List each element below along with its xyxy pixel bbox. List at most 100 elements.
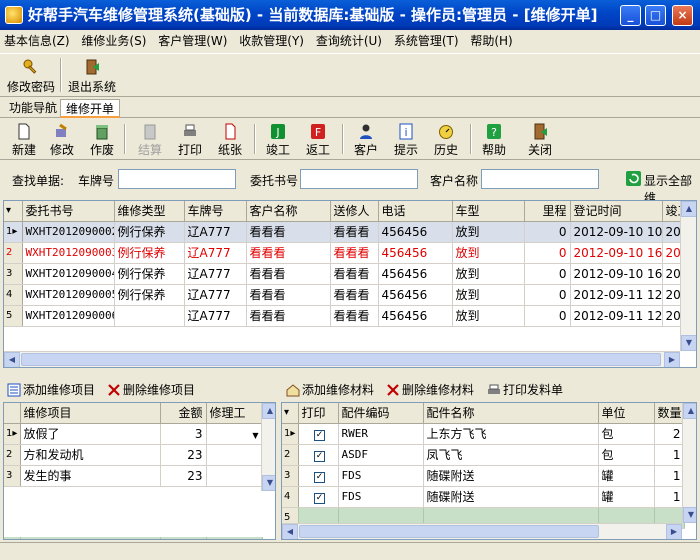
col-plate[interactable]: 车牌号 bbox=[184, 201, 247, 222]
menu-query-stats[interactable]: 查询统计(U) bbox=[312, 30, 386, 52]
scroll-down-icon[interactable]: ▼ bbox=[681, 335, 696, 351]
delete-x-icon bbox=[387, 384, 399, 396]
col-amount[interactable]: 金额 bbox=[160, 403, 207, 424]
table-row[interactable]: 2 WXHT2012090003 例行保养 辽A777 看看看 看看看 4564… bbox=[4, 242, 685, 264]
parts-vertical-scrollbar[interactable]: ▲ ▼ bbox=[682, 403, 696, 523]
svg-text:i: i bbox=[404, 126, 407, 139]
col-register-time[interactable]: 登记时间 bbox=[570, 201, 663, 222]
scroll-up-icon[interactable]: ▲ bbox=[681, 201, 696, 217]
col-mileage[interactable]: 里程 bbox=[524, 201, 571, 222]
col-unit[interactable]: 单位 bbox=[598, 403, 655, 424]
scroll-up-icon[interactable]: ▲ bbox=[683, 403, 696, 419]
col-part-code[interactable]: 配件编码 bbox=[338, 403, 424, 424]
col-repair-type[interactable]: 维修类型 bbox=[114, 201, 185, 222]
scroll-right-icon[interactable]: ▶ bbox=[666, 524, 682, 539]
tab-function-nav[interactable]: 功能导航 bbox=[4, 99, 62, 118]
print-checkbox[interactable]: ✓ bbox=[314, 493, 325, 504]
add-repair-item-button[interactable]: 添加维修项目 bbox=[7, 381, 95, 398]
printer-icon bbox=[184, 124, 196, 136]
close-button[interactable]: × bbox=[672, 5, 693, 26]
edit-icon bbox=[56, 123, 67, 137]
search-bar: 查找单据: 车牌号 委托书号 客户名称 显示全部维 bbox=[0, 164, 700, 205]
menu-customer[interactable]: 客户管理(W) bbox=[154, 30, 231, 52]
delete-material-button[interactable]: 删除维修材料 bbox=[386, 381, 474, 398]
tab-repair-order[interactable]: 维修开单 bbox=[60, 99, 121, 118]
menu-help[interactable]: 帮助(H) bbox=[466, 30, 516, 52]
table-row[interactable]: 1▸ WXHT2012090002 例行保养 辽A777 看看看 看看看 456… bbox=[4, 221, 685, 243]
order-no-search-input[interactable] bbox=[300, 169, 418, 189]
orders-scroll-thumb[interactable] bbox=[21, 353, 661, 366]
col-repair-item[interactable]: 维修项目 bbox=[20, 403, 161, 424]
col-phone[interactable]: 电话 bbox=[378, 201, 453, 222]
change-password-button[interactable]: 修改密码 bbox=[6, 56, 56, 96]
void-button[interactable]: 作废 bbox=[86, 122, 118, 158]
menu-bar: 基本信息(Z) 维修业务(S) 客户管理(W) 收款管理(Y) 查询统计(U) … bbox=[0, 30, 700, 52]
col-customer[interactable]: 客户名称 bbox=[246, 201, 331, 222]
parts-toolbar: 添加维修材料 删除维修材料 打印发料单 bbox=[282, 378, 698, 400]
print-checkbox[interactable]: ✓ bbox=[314, 472, 325, 483]
table-row[interactable]: 4 ✓ FDS 随碟附送 罐 1 bbox=[282, 486, 685, 508]
new-document-icon bbox=[18, 123, 30, 140]
col-print[interactable]: 打印 bbox=[298, 403, 339, 424]
print-checkbox[interactable]: ✓ bbox=[314, 451, 325, 462]
scroll-right-icon[interactable]: ▶ bbox=[664, 352, 680, 367]
items-vertical-scrollbar[interactable]: ▲ ▼ bbox=[261, 403, 275, 491]
table-row[interactable]: 1▸ 放假了 3 ▼ bbox=[4, 423, 263, 445]
history-button[interactable]: 历史 bbox=[430, 122, 462, 158]
parts-header-row: ▾ 打印 配件编码 配件名称 单位 数量 bbox=[282, 403, 685, 424]
menu-payment[interactable]: 收款管理(Y) bbox=[235, 30, 308, 52]
plate-search-input[interactable] bbox=[118, 169, 236, 189]
table-row[interactable]: 2 方和发动机 23 bbox=[4, 444, 263, 466]
edit-button[interactable]: 修改 bbox=[46, 122, 78, 158]
col-order-no[interactable]: 委托书号 bbox=[22, 201, 115, 222]
remind-button[interactable]: i 提示 bbox=[390, 122, 422, 158]
orders-horizontal-scrollbar[interactable]: ◀ ▶ bbox=[4, 351, 680, 367]
col-sender[interactable]: 送修人 bbox=[330, 201, 379, 222]
parts-horizontal-scrollbar[interactable]: ◀ ▶ bbox=[282, 523, 682, 539]
print-checkbox[interactable]: ✓ bbox=[314, 430, 325, 441]
menu-basic-info[interactable]: 基本信息(Z) bbox=[0, 30, 74, 52]
scroll-down-icon[interactable]: ▼ bbox=[683, 507, 696, 523]
menu-system[interactable]: 系统管理(T) bbox=[390, 30, 463, 52]
table-row[interactable]: 1▸ ✓ RWER 上东方飞飞 包 2 bbox=[282, 423, 685, 445]
table-row[interactable]: 3 ✓ FDS 随碟附送 罐 1 bbox=[282, 465, 685, 487]
col-model[interactable]: 车型 bbox=[452, 201, 525, 222]
parts-scroll-thumb[interactable] bbox=[299, 525, 599, 538]
col-quantity[interactable]: 数量 bbox=[654, 403, 685, 424]
table-row[interactable]: 2 ✓ ASDF 凤飞飞 包 1 bbox=[282, 444, 685, 466]
add-material-button[interactable]: 添加维修材料 bbox=[286, 381, 374, 398]
orders-vertical-scrollbar[interactable]: ▲ ▼ bbox=[680, 201, 696, 351]
minimize-button[interactable]: _ bbox=[620, 5, 641, 26]
tab-strip: 功能导航 维修开单 bbox=[0, 98, 700, 118]
close-order-button[interactable]: 关闭 bbox=[524, 122, 556, 158]
exit-system-button[interactable]: 退出系统 bbox=[66, 56, 118, 96]
new-button[interactable]: 新建 bbox=[8, 122, 40, 158]
col-part-name[interactable]: 配件名称 bbox=[423, 403, 599, 424]
col-mechanic[interactable]: 修理工 bbox=[206, 403, 263, 424]
customer-button[interactable]: 客户 bbox=[350, 122, 382, 158]
table-row[interactable]: 4 WXHT2012090005 例行保养 辽A777 看看看 看看看 4564… bbox=[4, 284, 685, 306]
table-row[interactable]: 3 WXHT2012090004 例行保养 辽A777 看看看 看看看 4564… bbox=[4, 263, 685, 285]
items-header-row: 维修项目 金额 修理工 bbox=[4, 403, 263, 424]
table-row[interactable]: 3 发生的事 23 bbox=[4, 465, 263, 487]
print-picking-list-button[interactable]: 打印发料单 bbox=[487, 381, 563, 398]
help-button[interactable]: ? 帮助 bbox=[478, 122, 510, 158]
delete-repair-item-button[interactable]: 删除维修项目 bbox=[107, 381, 195, 398]
status-bar bbox=[0, 542, 700, 560]
mechanic-dropdown[interactable]: ▼ bbox=[206, 423, 263, 445]
complete-button[interactable]: J 竣工 bbox=[262, 122, 294, 158]
table-row[interactable]: 5 WXHT2012090006 辽A777 看看看 看看看 456456 放到… bbox=[4, 305, 685, 327]
maximize-button[interactable]: □ bbox=[645, 5, 666, 26]
print-button[interactable]: 打印 bbox=[174, 122, 206, 158]
items-total-amount: 49 bbox=[160, 537, 207, 539]
scroll-up-icon[interactable]: ▲ bbox=[262, 403, 275, 419]
settle-button[interactable]: 结算 bbox=[134, 122, 166, 158]
customer-name-search-input[interactable] bbox=[481, 169, 599, 189]
menu-repair-business[interactable]: 维修业务(S) bbox=[77, 30, 150, 52]
order-no-label: 委托书号 bbox=[250, 174, 299, 188]
rework-button[interactable]: F 返工 bbox=[302, 122, 334, 158]
scroll-left-icon[interactable]: ◀ bbox=[4, 352, 20, 367]
scroll-left-icon[interactable]: ◀ bbox=[282, 524, 298, 539]
scroll-down-icon[interactable]: ▼ bbox=[262, 475, 275, 491]
paper-button[interactable]: 纸张 bbox=[214, 122, 246, 158]
